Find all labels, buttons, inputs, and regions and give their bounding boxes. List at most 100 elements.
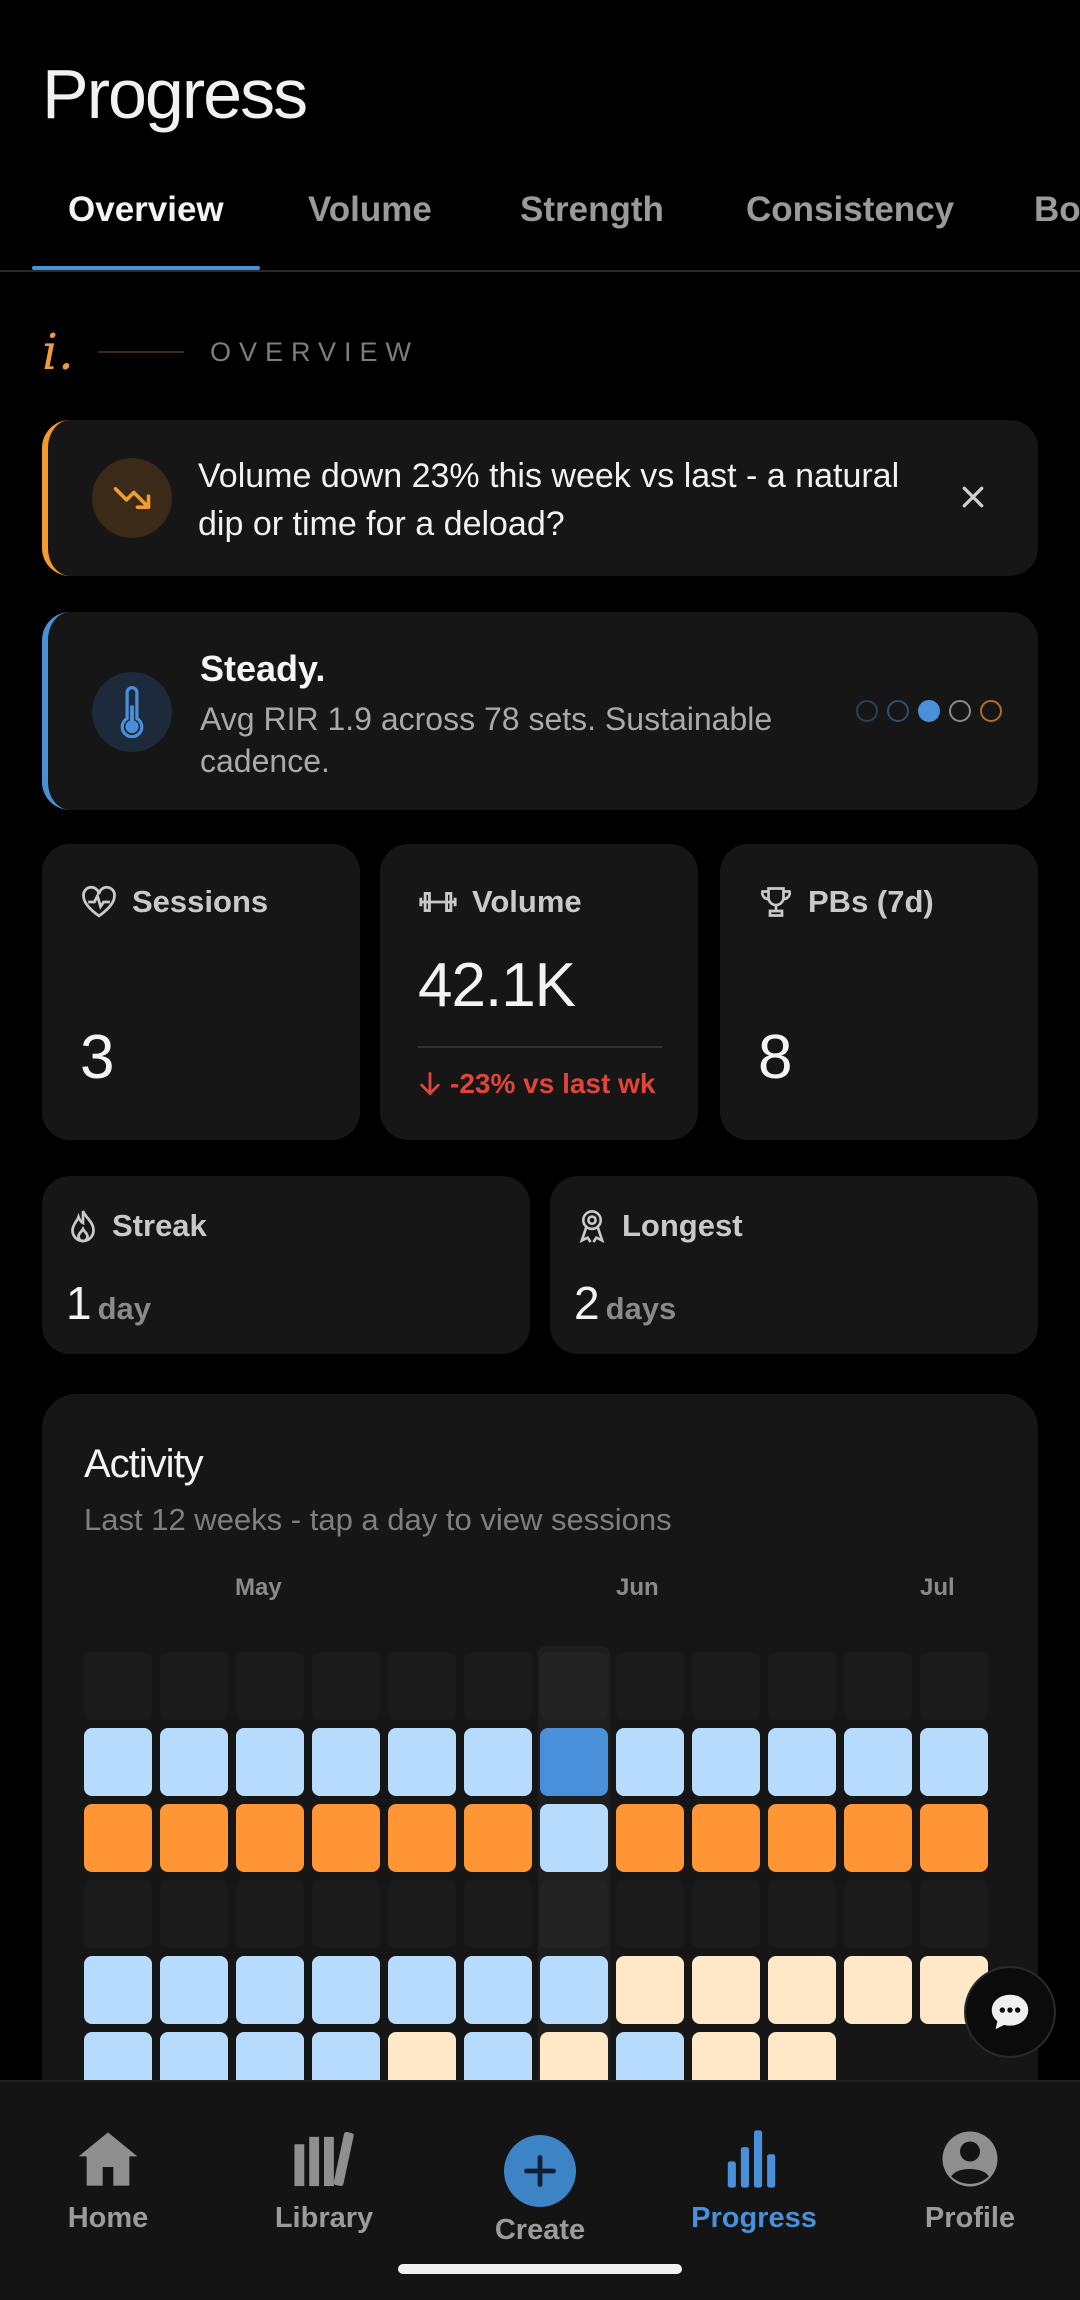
activity-day-cell[interactable] [388, 1652, 456, 1720]
nav-profile[interactable]: Profile [880, 2124, 1060, 2235]
streak-value: 1 [66, 1277, 92, 1329]
nav-label: Profile [924, 2202, 1016, 2234]
nav-label: Progress [691, 2202, 817, 2234]
activity-day-cell[interactable] [844, 1804, 912, 1872]
activity-day-cell[interactable] [312, 1652, 380, 1720]
activity-day-cell[interactable] [160, 1804, 228, 1872]
activity-day-cell[interactable] [540, 1804, 608, 1872]
dismiss-alert-button[interactable] [948, 472, 998, 522]
tab-consistency[interactable]: Consistency [746, 190, 954, 230]
volume-delta: -23% vs last wk [418, 1068, 655, 1100]
activity-day-cell[interactable] [768, 1652, 836, 1720]
profile-icon [942, 2131, 998, 2187]
tab-strength[interactable]: Strength [520, 190, 664, 230]
tab-overview[interactable]: Overview [68, 190, 224, 230]
activity-day-cell[interactable] [236, 1652, 304, 1720]
activity-day-cell[interactable] [236, 1804, 304, 1872]
heart-pulse-icon [82, 885, 116, 918]
month-label: Jul [920, 1574, 955, 1601]
activity-day-cell[interactable] [768, 1956, 836, 2024]
activity-title: Activity [84, 1442, 204, 1486]
activity-day-cell[interactable] [388, 1804, 456, 1872]
scale-dot-active [918, 700, 940, 722]
activity-day-cell[interactable] [920, 1804, 988, 1872]
activity-day-cell[interactable] [616, 1652, 684, 1720]
activity-day-cell[interactable] [236, 1956, 304, 2024]
activity-day-cell[interactable] [540, 1880, 608, 1948]
effort-insight-card[interactable]: Steady. Avg RIR 1.9 across 78 sets. Sust… [42, 612, 1038, 810]
award-icon [579, 1210, 605, 1244]
activity-day-cell[interactable] [844, 1956, 912, 2024]
activity-day-cell[interactable] [844, 1880, 912, 1948]
tab-body[interactable]: Bo [1034, 190, 1080, 230]
activity-day-cell[interactable] [768, 1728, 836, 1796]
nav-progress[interactable]: Progress [664, 2124, 844, 2235]
thermometer-icon [92, 672, 172, 752]
activity-day-cell[interactable] [312, 1804, 380, 1872]
activity-day-cell[interactable] [84, 1804, 152, 1872]
create-button[interactable] [504, 2135, 576, 2207]
library-icon [294, 2131, 354, 2187]
activity-day-cell[interactable] [616, 1804, 684, 1872]
activity-day-cell[interactable] [84, 1880, 152, 1948]
nav-create[interactable]: Create [450, 2135, 630, 2247]
activity-day-cell[interactable] [920, 1880, 988, 1948]
activity-day-cell[interactable] [160, 1880, 228, 1948]
activity-day-cell[interactable] [312, 1956, 380, 2024]
activity-day-cell[interactable] [160, 1956, 228, 2024]
activity-day-cell[interactable] [616, 1956, 684, 2024]
activity-day-cell[interactable] [464, 1728, 532, 1796]
activity-day-cell[interactable] [692, 1880, 760, 1948]
activity-day-cell[interactable] [84, 1956, 152, 2024]
activity-day-cell[interactable] [160, 1728, 228, 1796]
activity-card: Activity Last 12 weeks - tap a day to vi… [42, 1394, 1038, 2114]
activity-day-cell[interactable] [464, 1956, 532, 2024]
section-index: i. [42, 323, 74, 381]
volume-delta-text: -23% vs last wk [450, 1068, 656, 1099]
chat-button[interactable] [964, 1966, 1056, 2058]
activity-day-cell[interactable] [540, 1652, 608, 1720]
activity-day-cell[interactable] [768, 1804, 836, 1872]
plus-icon [524, 2155, 556, 2187]
tab-volume[interactable]: Volume [308, 190, 432, 230]
activity-day-cell[interactable] [920, 1652, 988, 1720]
activity-day-cell[interactable] [692, 1728, 760, 1796]
activity-day-cell[interactable] [84, 1652, 152, 1720]
activity-day-cell[interactable] [540, 1728, 608, 1796]
streak-label: Streak [112, 1208, 207, 1243]
activity-day-cell[interactable] [692, 1652, 760, 1720]
activity-day-cell[interactable] [540, 1956, 608, 2024]
activity-day-cell[interactable] [464, 1880, 532, 1948]
activity-day-cell[interactable] [312, 1880, 380, 1948]
nav-library[interactable]: Library [234, 2124, 414, 2235]
volume-alert-card[interactable]: Volume down 23% this week vs last - a na… [42, 420, 1038, 576]
streak-card[interactable]: Streak 1 day [42, 1176, 530, 1354]
pbs-stat-card[interactable]: PBs (7d) 8 [720, 844, 1038, 1140]
activity-day-cell[interactable] [388, 1880, 456, 1948]
longest-streak-card[interactable]: Longest 2 days [550, 1176, 1038, 1354]
activity-day-cell[interactable] [920, 1728, 988, 1796]
activity-day-cell[interactable] [312, 1728, 380, 1796]
activity-day-cell[interactable] [388, 1728, 456, 1796]
activity-day-cell[interactable] [388, 1956, 456, 2024]
activity-day-cell[interactable] [236, 1728, 304, 1796]
activity-day-cell[interactable] [616, 1880, 684, 1948]
activity-day-cell[interactable] [464, 1652, 532, 1720]
streak-unit: day [97, 1291, 152, 1326]
activity-day-cell[interactable] [236, 1880, 304, 1948]
longest-value: 2 [574, 1277, 600, 1329]
volume-stat-card[interactable]: Volume 42.1K -23% vs last wk [380, 844, 698, 1140]
nav-label: Create [494, 2214, 586, 2246]
activity-day-cell[interactable] [768, 1880, 836, 1948]
activity-day-cell[interactable] [844, 1652, 912, 1720]
activity-day-cell[interactable] [84, 1728, 152, 1796]
activity-day-cell[interactable] [616, 1728, 684, 1796]
activity-day-cell[interactable] [160, 1652, 228, 1720]
activity-day-cell[interactable] [692, 1804, 760, 1872]
activity-day-cell[interactable] [844, 1728, 912, 1796]
sessions-stat-card[interactable]: Sessions 3 [42, 844, 360, 1140]
nav-home[interactable]: Home [18, 2124, 198, 2235]
activity-day-cell[interactable] [464, 1804, 532, 1872]
divider [418, 1046, 662, 1048]
activity-day-cell[interactable] [692, 1956, 760, 2024]
